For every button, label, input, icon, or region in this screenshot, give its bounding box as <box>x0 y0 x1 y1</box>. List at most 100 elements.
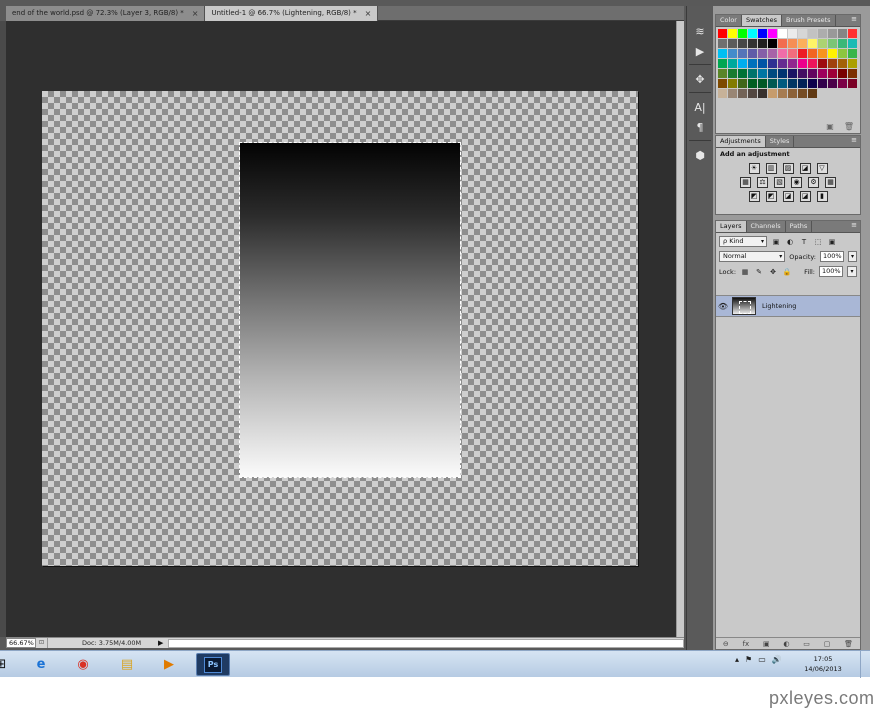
swatch[interactable] <box>738 49 747 58</box>
swatch[interactable] <box>738 59 747 68</box>
swatch[interactable] <box>818 49 827 58</box>
adjustment-icon[interactable]: ◉ <box>791 177 802 188</box>
swatch[interactable] <box>778 49 787 58</box>
swatch[interactable] <box>818 69 827 78</box>
eye-icon[interactable]: 👁 <box>716 302 730 311</box>
tab-styles[interactable]: Styles <box>766 136 795 147</box>
show-desktop-button[interactable] <box>860 651 870 678</box>
swatch[interactable] <box>848 79 857 88</box>
swatch[interactable] <box>778 79 787 88</box>
status-menu-arrow[interactable]: ▶ <box>158 639 166 647</box>
swatch[interactable] <box>728 69 737 78</box>
adjustment-layer-icon[interactable]: ◐ <box>783 640 789 648</box>
zoom-level-field[interactable]: 66.67% <box>6 638 36 648</box>
horizontal-scrollbar[interactable] <box>168 638 684 648</box>
show-hidden-icons-icon[interactable]: ▴ <box>735 655 739 664</box>
swatch[interactable] <box>728 39 737 48</box>
swatch[interactable] <box>828 59 837 68</box>
tool-presets-icon[interactable]: ✥ <box>691 70 709 88</box>
swatch[interactable] <box>728 59 737 68</box>
opacity-input[interactable]: 100% <box>819 251 844 262</box>
swatch[interactable] <box>768 59 777 68</box>
swatch[interactable] <box>778 29 787 38</box>
swatch[interactable] <box>728 29 737 38</box>
export-icon[interactable]: ⊡ <box>36 638 48 648</box>
layer-name[interactable]: Lightening <box>762 302 796 310</box>
swatch[interactable] <box>778 89 787 98</box>
swatch[interactable] <box>788 79 797 88</box>
close-icon[interactable]: × <box>192 6 199 21</box>
swatch[interactable] <box>768 69 777 78</box>
lock-all-icon[interactable]: 🔒 <box>782 267 792 277</box>
new-layer-icon[interactable]: ▢ <box>824 640 831 648</box>
panel-menu-icon[interactable]: ≡ <box>848 136 860 147</box>
mask-icon[interactable]: ▣ <box>763 640 770 648</box>
swatch[interactable] <box>798 79 807 88</box>
opacity-dropdown[interactable]: ▾ <box>847 251 857 262</box>
fx-icon[interactable]: fx <box>743 640 750 648</box>
swatch[interactable] <box>808 79 817 88</box>
tab-brush-presets[interactable]: Brush Presets <box>782 15 836 26</box>
adjustment-icon[interactable]: ▨ <box>782 163 794 174</box>
volume-icon[interactable]: 🔊 <box>772 655 782 664</box>
swatch[interactable] <box>758 59 767 68</box>
layer-row-lightening[interactable]: 👁 Lightening <box>716 295 860 317</box>
swatch[interactable] <box>818 59 827 68</box>
link-icon[interactable]: ⊖ <box>723 640 729 648</box>
tab-color[interactable]: Color <box>716 15 742 26</box>
adjustment-filter-icon[interactable]: ◐ <box>785 237 795 247</box>
swatch[interactable] <box>848 39 857 48</box>
swatch[interactable] <box>748 69 757 78</box>
type-filter-icon[interactable]: T <box>799 237 809 247</box>
swatch[interactable] <box>828 79 837 88</box>
swatch[interactable] <box>838 29 847 38</box>
swatch[interactable] <box>758 69 767 78</box>
swatch[interactable] <box>828 29 837 38</box>
group-icon[interactable]: ▭ <box>803 640 810 648</box>
tab-layers[interactable]: Layers <box>716 221 747 232</box>
tab-paths[interactable]: Paths <box>786 221 813 232</box>
character-icon[interactable]: A| <box>691 98 709 116</box>
pixel-filter-icon[interactable]: ▣ <box>771 237 781 247</box>
swatch[interactable] <box>748 49 757 58</box>
paragraph-icon[interactable]: ¶ <box>691 118 709 136</box>
swatch[interactable] <box>758 39 767 48</box>
explorer-folder-icon[interactable]: ▤ <box>110 653 144 676</box>
swatch[interactable] <box>838 69 847 78</box>
swatch[interactable] <box>718 49 727 58</box>
swatch[interactable] <box>798 89 807 98</box>
swatch[interactable] <box>768 79 777 88</box>
swatch[interactable] <box>718 29 727 38</box>
swatch[interactable] <box>848 69 857 78</box>
swatch[interactable] <box>778 39 787 48</box>
swatch[interactable] <box>738 39 747 48</box>
trash-icon[interactable]: 🗑 <box>844 122 854 131</box>
swatch[interactable] <box>728 79 737 88</box>
swatch[interactable] <box>788 49 797 58</box>
swatch[interactable] <box>738 89 747 98</box>
fill-dropdown[interactable]: ▾ <box>847 266 857 277</box>
adjustment-icon[interactable]: ▧ <box>774 177 785 188</box>
chrome-icon[interactable]: ◉ <box>66 653 100 676</box>
history-icon[interactable]: ≋ <box>691 22 709 40</box>
lock-transparency-icon[interactable]: ▦ <box>740 267 750 277</box>
action-center-icon[interactable]: ⚑ <box>745 655 752 664</box>
swatch[interactable] <box>718 69 727 78</box>
new-swatch-icon[interactable]: ▣ <box>826 122 834 131</box>
swatch[interactable] <box>828 49 837 58</box>
swatch[interactable] <box>838 79 847 88</box>
media-player-icon[interactable]: ▶ <box>152 653 186 676</box>
swatch[interactable] <box>828 69 837 78</box>
swatch[interactable] <box>828 39 837 48</box>
swatch[interactable] <box>728 89 737 98</box>
tab-untitled-1[interactable]: Untitled-1 @ 66.7% (Lightening, RGB/8) *… <box>205 6 379 21</box>
swatch[interactable] <box>808 49 817 58</box>
trash-icon[interactable]: 🗑 <box>844 640 853 648</box>
swatch[interactable] <box>838 39 847 48</box>
layer-kind-select[interactable]: ρ Kind ▾ <box>719 236 767 247</box>
adjustment-icon[interactable]: ☀ <box>748 163 760 174</box>
adjustment-icon[interactable]: ◪ <box>799 163 811 174</box>
lock-position-icon[interactable]: ✥ <box>768 267 778 277</box>
adjustment-icon[interactable]: ▦ <box>740 177 751 188</box>
adjustment-icon[interactable]: ◪ <box>782 191 794 202</box>
